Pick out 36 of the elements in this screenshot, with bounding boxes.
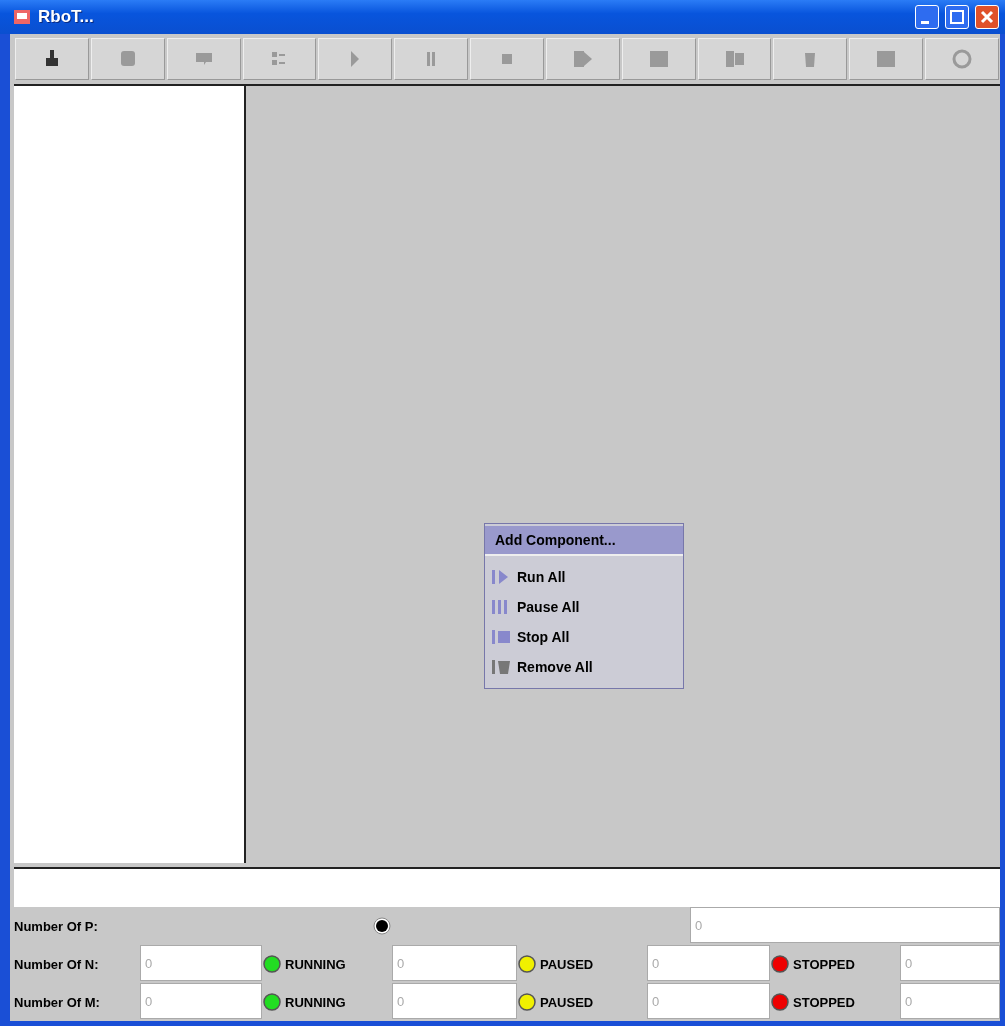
- field-label: Number Of P:: [14, 917, 99, 936]
- menu-item[interactable]: Pause All: [485, 592, 683, 622]
- stop-icon: [491, 628, 511, 646]
- field-label: Number Of N:: [14, 955, 100, 974]
- input-field[interactable]: 0: [647, 983, 770, 1019]
- radio-indicator-icon: [372, 916, 392, 936]
- menu-item[interactable]: Add Component...: [485, 526, 683, 556]
- close-button[interactable]: [975, 5, 999, 29]
- status-label: PAUSED: [517, 945, 647, 983]
- input-field[interactable]: 0: [140, 945, 262, 981]
- menu-item[interactable]: Stop All: [485, 622, 683, 652]
- app-icon: [12, 7, 32, 27]
- input-field[interactable]: 0: [140, 983, 262, 1019]
- input-field[interactable]: 0: [392, 983, 517, 1019]
- input-field[interactable]: 0: [647, 945, 770, 981]
- input-field[interactable]: 0: [392, 945, 517, 981]
- field-label: Number Of M:: [14, 993, 101, 1012]
- close-icon: [980, 10, 994, 24]
- status-label: RUNNING: [262, 945, 392, 983]
- maximize-icon: [950, 10, 964, 24]
- menu-item[interactable]: Remove All: [485, 652, 683, 682]
- minimize-button[interactable]: [915, 5, 939, 29]
- input-field[interactable]: 0: [690, 907, 1000, 943]
- help-icon: [951, 48, 974, 70]
- minimize-icon: [921, 20, 929, 24]
- remove-icon: [491, 658, 511, 676]
- status-label: STOPPED: [770, 983, 900, 1021]
- menu-item[interactable]: Run All: [485, 562, 683, 592]
- status-label: PAUSED: [517, 983, 647, 1021]
- status-label: RUNNING: [262, 983, 392, 1021]
- toolbar-button[interactable]: [15, 38, 89, 80]
- window-title: RboT...: [38, 7, 95, 27]
- maximize-button[interactable]: [945, 5, 969, 29]
- input-field[interactable]: 0: [900, 983, 1000, 1019]
- status-label: STOPPED: [770, 945, 900, 983]
- input-field[interactable]: 0: [900, 945, 1000, 981]
